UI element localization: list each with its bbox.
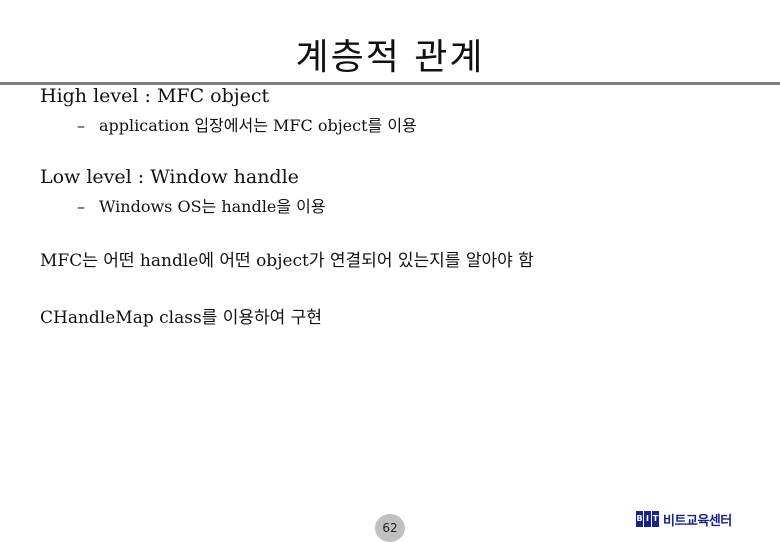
logo-letter: T <box>652 511 659 527</box>
bit-logo: B I T 비트교육센터 <box>636 511 732 529</box>
sub-bullet-windows-os: – Windows OS는 handle을 이용 <box>77 193 326 217</box>
bullet-low-level: Low level : Window handle <box>40 166 299 188</box>
dash-marker: – <box>77 197 85 216</box>
bit-logo-icon: B I T <box>636 511 660 527</box>
dash-marker: – <box>77 116 85 135</box>
logo-letter: I <box>644 511 651 527</box>
sub-bullet-text: Windows OS는 handle을 이용 <box>99 197 326 216</box>
bullet-high-level: High level : MFC object <box>40 85 270 107</box>
logo-letter: B <box>636 511 643 527</box>
sub-bullet-text: application 입장에서는 MFC object를 이용 <box>99 116 417 135</box>
logo-text: 비트교육센터 <box>663 513 732 529</box>
bullet-chandlemap: CHandleMap class를 이용하여 구현 <box>40 308 322 328</box>
slide-title: 계층적 관계 <box>295 37 485 78</box>
sub-bullet-application: – application 입장에서는 MFC object를 이용 <box>77 112 417 136</box>
bullet-mfc-mapping: MFC는 어떤 handle에 어떤 object가 연결되어 있는지를 알아야… <box>40 251 534 271</box>
page-number-badge: 62 <box>375 514 405 542</box>
